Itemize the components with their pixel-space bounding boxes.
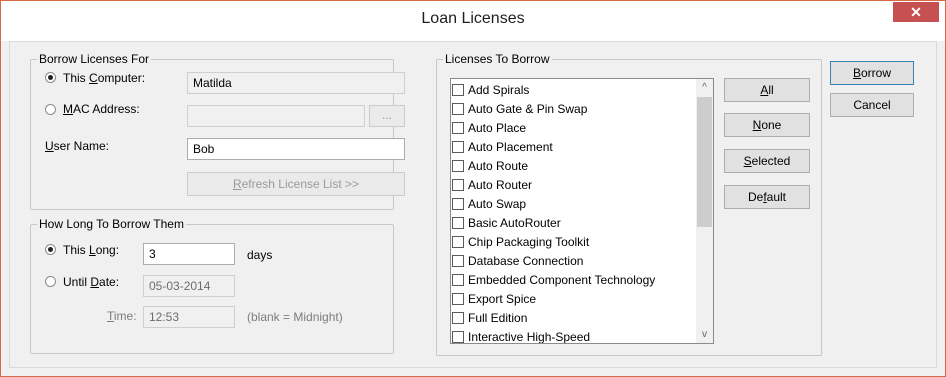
list-item[interactable]: Chip Packaging Toolkit xyxy=(452,233,688,252)
this-long-radio[interactable] xyxy=(45,244,56,255)
list-item[interactable]: Auto Router xyxy=(452,176,688,195)
this-computer-radio[interactable] xyxy=(45,72,56,83)
borrow-button[interactable]: Borrow xyxy=(830,61,914,85)
mac-address-field[interactable] xyxy=(187,105,365,127)
until-date-label: Until Date: xyxy=(63,275,120,289)
list-item[interactable]: Interactive High-Speed xyxy=(452,328,688,343)
list-item[interactable]: Add Spirals xyxy=(452,81,688,100)
cancel-button[interactable]: Cancel xyxy=(830,93,914,117)
this-computer-label: This Computer: xyxy=(63,71,146,85)
license-checkbox[interactable] xyxy=(452,141,464,153)
mac-browse-button[interactable]: ... xyxy=(369,105,405,127)
select-default-button[interactable]: Default xyxy=(724,185,810,209)
computer-name-field[interactable]: Matilda xyxy=(187,72,405,94)
group-legend: How Long To Borrow Them xyxy=(37,217,186,231)
days-label: days xyxy=(247,248,273,262)
time-label: Time: xyxy=(107,309,137,323)
select-selected-button[interactable]: Selected xyxy=(724,149,810,173)
user-name-input[interactable]: Bob xyxy=(187,138,405,160)
license-checkbox[interactable] xyxy=(452,331,464,343)
user-name-label: User Name: xyxy=(45,139,110,153)
until-date-radio[interactable] xyxy=(45,276,56,287)
license-checkbox[interactable] xyxy=(452,84,464,96)
list-item[interactable]: Auto Route xyxy=(452,157,688,176)
mac-address-label: MAC Address: xyxy=(63,102,140,116)
license-checkbox[interactable] xyxy=(452,312,464,324)
dialog-body: Borrow Licenses For This Computer: Matil… xyxy=(9,41,937,368)
this-long-label: This Long: xyxy=(63,243,120,257)
list-item[interactable]: Auto Placement xyxy=(452,138,688,157)
license-checkbox[interactable] xyxy=(452,236,464,248)
select-all-button[interactable]: All xyxy=(724,78,810,102)
group-legend: Licenses To Borrow xyxy=(443,52,552,66)
license-checkbox[interactable] xyxy=(452,103,464,115)
scroll-down-icon[interactable]: v xyxy=(696,326,713,343)
this-long-input[interactable]: 3 xyxy=(143,243,235,265)
license-checkbox[interactable] xyxy=(452,217,464,229)
until-date-field[interactable]: 05-03-2014 xyxy=(143,275,235,297)
list-item[interactable]: Basic AutoRouter xyxy=(452,214,688,233)
list-item[interactable]: Auto Gate & Pin Swap xyxy=(452,100,688,119)
license-checkbox[interactable] xyxy=(452,179,464,191)
select-none-button[interactable]: None xyxy=(724,113,810,137)
window-title: Loan Licenses xyxy=(421,10,525,27)
list-item[interactable]: Export Spice xyxy=(452,290,688,309)
loan-licenses-dialog: Loan Licenses ✕ Borrow Licenses For This… xyxy=(0,0,946,377)
group-legend: Borrow Licenses For xyxy=(37,52,152,66)
time-hint: (blank = Midnight) xyxy=(247,310,343,324)
license-checkbox[interactable] xyxy=(452,274,464,286)
license-checkbox[interactable] xyxy=(452,122,464,134)
refresh-license-list-button[interactable]: Refresh License List >> xyxy=(187,172,405,196)
license-checkbox[interactable] xyxy=(452,293,464,305)
time-field[interactable]: 12:53 xyxy=(143,306,235,328)
list-item[interactable]: Auto Place xyxy=(452,119,688,138)
list-item[interactable]: Database Connection xyxy=(452,252,688,271)
mac-address-radio[interactable] xyxy=(45,104,56,115)
list-scrollbar[interactable]: ^ v xyxy=(696,79,713,343)
title-bar: Loan Licenses ✕ xyxy=(1,1,945,41)
licenses-list[interactable]: Add Spirals Auto Gate & Pin Swap Auto Pl… xyxy=(450,78,714,344)
scrollbar-thumb[interactable] xyxy=(697,97,712,227)
list-item[interactable]: Full Edition xyxy=(452,309,688,328)
scroll-up-icon[interactable]: ^ xyxy=(696,79,713,96)
borrow-licenses-for-group: Borrow Licenses For This Computer: Matil… xyxy=(30,52,405,210)
license-checkbox[interactable] xyxy=(452,160,464,172)
list-item[interactable]: Auto Swap xyxy=(452,195,688,214)
close-button[interactable]: ✕ xyxy=(893,2,939,22)
license-checkbox[interactable] xyxy=(452,255,464,267)
list-item[interactable]: Embedded Component Technology xyxy=(452,271,688,290)
license-checkbox[interactable] xyxy=(452,198,464,210)
close-icon: ✕ xyxy=(910,4,922,20)
how-long-group: How Long To Borrow Them This Long: 3 day… xyxy=(30,217,394,354)
